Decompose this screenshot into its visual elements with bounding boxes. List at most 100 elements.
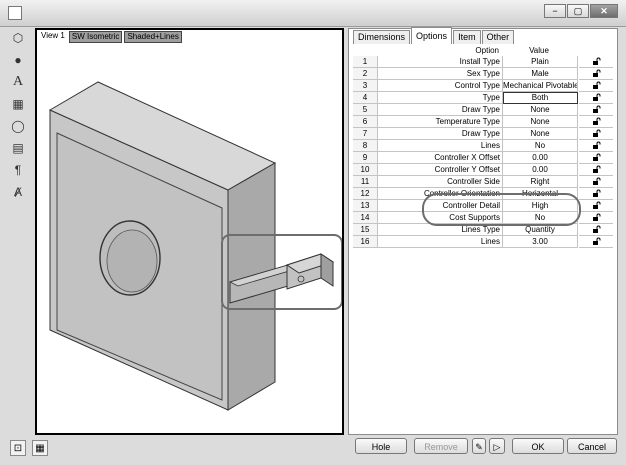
text-icon[interactable]: A: [10, 74, 26, 90]
table-row[interactable]: 13 Controller Detail High: [353, 200, 613, 212]
option-value[interactable]: Horizontal: [503, 188, 578, 200]
lock-icon[interactable]: [579, 188, 613, 200]
option-value[interactable]: Quantity: [503, 224, 578, 236]
lock-icon[interactable]: [579, 56, 613, 68]
table-row[interactable]: 10 Controller Y Offset 0.00: [353, 164, 613, 176]
tab-other[interactable]: Other: [481, 30, 515, 44]
row-number: 3: [353, 80, 378, 92]
table-row[interactable]: 3 Control Type Mechanical Pivotable: [353, 80, 613, 92]
property-tabs: Dimensions Options Item Other: [353, 27, 515, 44]
lock-icon-glyph: [592, 153, 600, 161]
row-number: 8: [353, 140, 378, 152]
row-number: 2: [353, 68, 378, 80]
option-value[interactable]: None: [503, 128, 578, 140]
lock-icon-glyph: [592, 141, 600, 149]
table-row[interactable]: 15 Lines Type Quantity: [353, 224, 613, 236]
lock-icon[interactable]: [579, 152, 613, 164]
lock-icon-glyph: [592, 129, 600, 137]
tab-dimensions[interactable]: Dimensions: [353, 30, 411, 44]
option-name: Cost Supports: [378, 212, 503, 224]
flag-icon-button[interactable]: ▷: [489, 438, 505, 454]
option-value[interactable]: Both: [503, 92, 578, 104]
lock-icon[interactable]: [579, 128, 613, 140]
lock-icon[interactable]: [579, 212, 613, 224]
lock-icon[interactable]: [579, 80, 613, 92]
option-value[interactable]: 0.00: [503, 152, 578, 164]
row-number: 13: [353, 200, 378, 212]
maximize-button[interactable]: ▢: [567, 4, 589, 18]
view-properties-icon[interactable]: ▦: [32, 440, 48, 456]
format-icon[interactable]: ¶: [10, 162, 26, 178]
table-row[interactable]: 1 Install Type Plain: [353, 56, 613, 68]
option-value[interactable]: No: [503, 212, 578, 224]
option-name: Draw Type: [378, 128, 503, 140]
table-row[interactable]: 11 Controller Side Right: [353, 176, 613, 188]
cube-icon[interactable]: ⬡: [10, 30, 26, 46]
row-number: 6: [353, 116, 378, 128]
option-value[interactable]: Mechanical Pivotable: [503, 80, 578, 92]
option-value[interactable]: Male: [503, 68, 578, 80]
table-row[interactable]: 4 Type Both: [353, 92, 613, 104]
table-row[interactable]: 7 Draw Type None: [353, 128, 613, 140]
option-name: Temperature Type: [378, 116, 503, 128]
lock-icon[interactable]: [579, 236, 613, 248]
lock-icon[interactable]: [579, 68, 613, 80]
table-row[interactable]: 2 Sex Type Male: [353, 68, 613, 80]
3d-viewport[interactable]: View 1 SW Isometric Shaded+Lines: [35, 28, 344, 435]
table-row[interactable]: 12 Controller Orientation Horizontal: [353, 188, 613, 200]
lock-icon[interactable]: [579, 200, 613, 212]
lock-icon[interactable]: [579, 176, 613, 188]
table-row[interactable]: 9 Controller X Offset 0.00: [353, 152, 613, 164]
option-name: Controller X Offset: [378, 152, 503, 164]
lock-icon-glyph: [592, 225, 600, 233]
close-button[interactable]: ✕: [590, 4, 618, 18]
remove-button[interactable]: Remove: [414, 438, 468, 454]
option-value[interactable]: No: [503, 140, 578, 152]
option-value[interactable]: Plain: [503, 56, 578, 68]
option-name: Lines: [378, 236, 503, 248]
table-row[interactable]: 14 Cost Supports No: [353, 212, 613, 224]
lock-icon-glyph: [592, 57, 600, 65]
ellipse-icon[interactable]: ◯: [10, 118, 26, 134]
option-name: Type: [378, 92, 503, 104]
lock-icon[interactable]: [579, 92, 613, 104]
sphere-icon[interactable]: ●: [10, 52, 26, 68]
option-name: Sex Type: [378, 68, 503, 80]
zoom-fit-icon[interactable]: ⊡: [10, 440, 26, 456]
pen-icon-button[interactable]: ✎: [472, 438, 486, 454]
table-row[interactable]: 16 Lines 3.00: [353, 236, 613, 248]
lock-icon-glyph: [592, 237, 600, 245]
value-column-header: Value: [529, 46, 549, 55]
option-value[interactable]: Right: [503, 176, 578, 188]
table-row[interactable]: 6 Temperature Type None: [353, 116, 613, 128]
option-value[interactable]: 0.00: [503, 164, 578, 176]
minimize-button[interactable]: −: [544, 4, 566, 18]
cancel-button[interactable]: Cancel: [567, 438, 617, 454]
table-row[interactable]: 8 Lines No: [353, 140, 613, 152]
row-number: 7: [353, 128, 378, 140]
tab-options[interactable]: Options: [411, 27, 453, 44]
hole-button[interactable]: Hole: [355, 438, 407, 454]
row-number: 11: [353, 176, 378, 188]
lock-icon[interactable]: [579, 116, 613, 128]
option-value[interactable]: 3.00: [503, 236, 578, 248]
lock-icon[interactable]: [579, 224, 613, 236]
lock-icon[interactable]: [579, 140, 613, 152]
row-number: 12: [353, 188, 378, 200]
option-value[interactable]: None: [503, 104, 578, 116]
table-icon[interactable]: ▤: [10, 140, 26, 156]
row-number: 5: [353, 104, 378, 116]
option-value[interactable]: High: [503, 200, 578, 212]
text-style-icon[interactable]: Ⱥ: [10, 184, 26, 200]
lock-icon[interactable]: [579, 164, 613, 176]
ok-button[interactable]: OK: [512, 438, 564, 454]
properties-panel: Dimensions Options Item Other Option Val…: [348, 27, 618, 435]
table-row[interactable]: 5 Draw Type None: [353, 104, 613, 116]
lock-icon-glyph: [592, 213, 600, 221]
tab-item[interactable]: Item: [453, 30, 481, 44]
lock-icon[interactable]: [579, 104, 613, 116]
option-name: Draw Type: [378, 104, 503, 116]
option-name: Controller Y Offset: [378, 164, 503, 176]
properties-icon[interactable]: ▦: [10, 96, 26, 112]
option-value[interactable]: None: [503, 116, 578, 128]
